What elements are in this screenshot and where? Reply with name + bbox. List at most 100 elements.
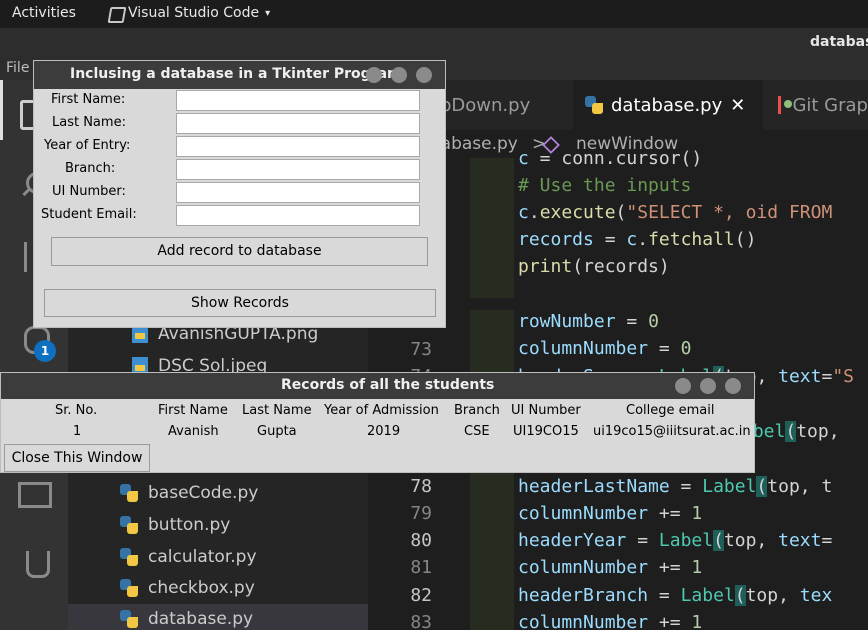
- code-token: rowNumber: [518, 311, 616, 332]
- tab-database[interactable]: database.py ✕: [573, 80, 763, 130]
- cell-branch: CSE: [464, 424, 490, 439]
- explorer-item[interactable]: button.py: [120, 510, 230, 540]
- code-token: records: [518, 229, 594, 250]
- code-token: (records): [572, 256, 670, 277]
- vscode-icon: [108, 6, 122, 20]
- menu-file[interactable]: File: [6, 60, 29, 76]
- code-line[interactable]: columnNumber = 0: [518, 338, 691, 359]
- code-line[interactable]: print(records): [518, 256, 670, 277]
- code-token: (: [615, 202, 627, 223]
- code-line[interactable]: headerBranch = Label(top, tex: [518, 585, 832, 606]
- python-file-icon: [585, 96, 603, 114]
- minimize-icon[interactable]: [366, 67, 382, 83]
- code-token: (: [734, 585, 746, 606]
- cell-sr-no: 1: [73, 424, 82, 439]
- cell-year: 2019: [367, 424, 401, 439]
- code-token: "SELECT *, oid FROM: [626, 202, 833, 223]
- code-token: columnNumber: [518, 557, 649, 578]
- code-token: ,: [756, 366, 779, 387]
- debug-badge: 1: [34, 340, 56, 362]
- code-token: columnNumber: [518, 503, 649, 524]
- tab-dropdown[interactable]: pDown.py: [428, 80, 568, 130]
- code-token: Label: [680, 585, 735, 606]
- explorer-item[interactable]: baseCode.py: [120, 478, 258, 508]
- app-menu[interactable]: Visual Studio Code ▾: [108, 5, 270, 21]
- close-icon[interactable]: ✕: [730, 95, 745, 116]
- code-token: text: [778, 530, 822, 551]
- code-token: headerYear: [518, 530, 627, 551]
- line-number: 81: [410, 557, 432, 578]
- ui-number-field[interactable]: [176, 182, 420, 203]
- maximize-icon[interactable]: [700, 378, 716, 394]
- add-record-button[interactable]: Add record to database: [51, 237, 428, 266]
- code-line[interactable]: columnNumber += 1: [518, 557, 702, 578]
- cell-first-name: Avanish: [168, 424, 219, 439]
- code-token: columnNumber: [518, 612, 649, 630]
- code-token: top,: [796, 421, 840, 442]
- testing-flask-icon[interactable]: [16, 545, 52, 581]
- close-icon[interactable]: [416, 67, 432, 83]
- explorer-item[interactable]: checkbox.py: [120, 573, 255, 603]
- cell-last-name: Gupta: [257, 424, 297, 439]
- line-number: 73: [410, 339, 432, 360]
- header-last-name: Last Name: [242, 403, 312, 418]
- code-token: =: [615, 311, 649, 332]
- student-email-field[interactable]: [176, 205, 420, 226]
- explorer-item-label: calculator.py: [148, 547, 257, 567]
- python-file-icon: [120, 548, 138, 566]
- year-of-entry-field[interactable]: [176, 136, 420, 157]
- vscode-title-bar: databas: [0, 28, 868, 58]
- code-token: c: [518, 148, 529, 169]
- code-line[interactable]: records = c.fetchall(): [518, 229, 756, 250]
- form-window: Inclusing a database in a Tkinter Progra…: [33, 60, 446, 328]
- minimize-icon[interactable]: [675, 378, 691, 394]
- explorer-item[interactable]: calculator.py: [120, 542, 257, 572]
- first-name-label: First Name:: [51, 92, 126, 107]
- explorer-item-label: database.py: [148, 609, 254, 629]
- tab-git-graph[interactable]: Git Grap: [766, 80, 868, 130]
- code-line[interactable]: headerLastName = Label(top, t: [518, 476, 832, 497]
- code-token: (: [785, 421, 797, 442]
- code-token: Label: [658, 530, 714, 551]
- code-token: 0: [648, 311, 659, 332]
- code-line[interactable]: rowNumber = 0: [518, 311, 659, 332]
- maximize-icon[interactable]: [391, 67, 407, 83]
- close-icon[interactable]: [725, 378, 741, 394]
- branch-field[interactable]: [176, 159, 420, 180]
- close-window-button[interactable]: Close This Window: [4, 444, 150, 472]
- form-window-title: Inclusing a database in a Tkinter Progra…: [70, 66, 402, 82]
- cell-college-email: ui19co15@iiitsurat.ac.in: [593, 424, 751, 439]
- explorer-item-label: checkbox.py: [148, 578, 255, 598]
- code-line[interactable]: columnNumber += 1: [518, 503, 702, 524]
- code-token: (): [734, 229, 757, 250]
- code-line[interactable]: c = conn.cursor(): [518, 148, 702, 169]
- python-file-icon: [120, 516, 138, 534]
- activity-active-indicator: [0, 80, 3, 140]
- explorer-item-label: button.py: [148, 515, 231, 535]
- explorer-item-selected[interactable]: database.py: [68, 604, 368, 630]
- code-line[interactable]: abel(top,: [742, 421, 840, 442]
- code-line[interactable]: # Use the inputs: [518, 175, 691, 196]
- code-token: execute: [539, 202, 616, 223]
- code-line[interactable]: headerYear = Label(top, text=: [518, 530, 832, 551]
- code-line[interactable]: c.execute("SELECT *, oid FROM: [518, 202, 832, 223]
- records-window-titlebar[interactable]: Records of all the students: [1, 373, 754, 399]
- code-line[interactable]: columnNumber += 1: [518, 612, 702, 630]
- activities-button[interactable]: Activities: [12, 5, 76, 21]
- first-name-field[interactable]: [176, 90, 420, 111]
- remote-explorer-icon[interactable]: [16, 615, 52, 630]
- git-graph-icon: [778, 96, 794, 114]
- show-records-button[interactable]: Show Records: [44, 289, 436, 317]
- extensions-icon[interactable]: [16, 470, 52, 508]
- code-token: +=: [648, 503, 692, 524]
- breadcrumb-file[interactable]: tabase.py: [434, 134, 518, 154]
- line-number: 79: [410, 503, 432, 524]
- code-token: =: [669, 476, 703, 497]
- python-file-icon: [120, 610, 138, 628]
- code-token: fetchall: [648, 229, 735, 250]
- last-name-field[interactable]: [176, 113, 420, 134]
- line-number: 82: [410, 585, 432, 606]
- app-menu-label: Visual Studio Code: [128, 5, 260, 21]
- code-token: =: [648, 338, 681, 359]
- form-window-titlebar[interactable]: Inclusing a database in a Tkinter Progra…: [34, 61, 445, 89]
